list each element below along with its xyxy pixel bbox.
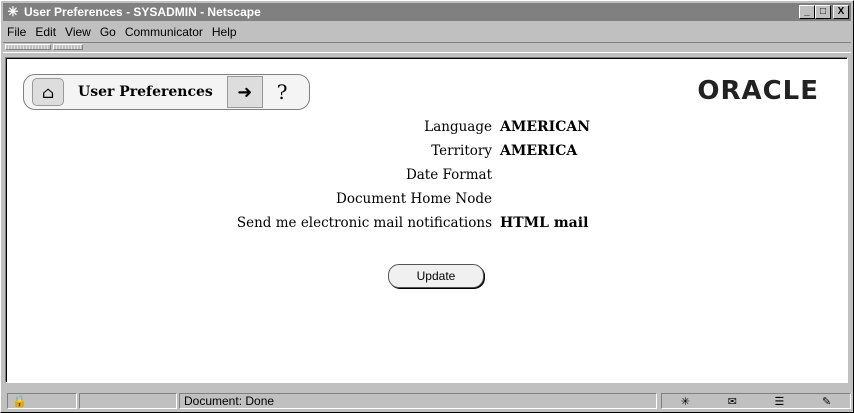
- navigator-icon[interactable]: ✳: [681, 395, 690, 408]
- menu-file[interactable]: File: [6, 25, 27, 39]
- oracle-logo: ORACLE: [697, 76, 819, 106]
- mail-notification-row: Send me electronic mail notifications HT…: [6, 212, 847, 234]
- discussion-icon[interactable]: ☰: [774, 395, 784, 408]
- exit-icon[interactable]: ➜: [226, 76, 263, 108]
- home-node-label: Document Home Node: [336, 191, 492, 207]
- menu-view[interactable]: View: [64, 25, 92, 39]
- territory-row: Territory AMERICA: [6, 140, 847, 162]
- home-node-row: Document Home Node: [6, 188, 847, 210]
- security-icon[interactable]: 🔒: [7, 393, 77, 409]
- window-title: User Preferences - SYSADMIN - Netscape: [24, 5, 261, 19]
- menu-go[interactable]: Go: [99, 25, 117, 39]
- mail-notification-label: Send me electronic mail notifications: [236, 215, 492, 231]
- language-value: AMERICAN: [500, 119, 591, 135]
- menu-bar: File Edit View Go Communicator Help: [3, 22, 851, 41]
- maximize-button[interactable]: □: [815, 5, 831, 19]
- date-format-label: Date Format: [405, 167, 492, 183]
- menu-communicator[interactable]: Communicator: [124, 25, 204, 39]
- progress-meter: [79, 393, 177, 409]
- status-bar: 🔒 Document: Done ✳ ✉ ☰ ✎: [3, 391, 851, 411]
- collapsed-toolbars: [3, 42, 851, 53]
- menu-help[interactable]: Help: [211, 25, 238, 39]
- toolbar-grip-navigation[interactable]: [5, 44, 51, 50]
- date-format-row: Date Format: [6, 164, 847, 186]
- language-row: Language AMERICAN: [6, 116, 847, 138]
- minimize-button[interactable]: _: [799, 5, 815, 19]
- territory-value: AMERICA: [500, 143, 578, 159]
- update-button[interactable]: Update: [388, 264, 484, 288]
- window-controls: _ □ X: [799, 5, 849, 19]
- toolbar-grip-location[interactable]: [53, 44, 83, 50]
- composer-icon[interactable]: ✎: [822, 395, 831, 408]
- menu-edit[interactable]: Edit: [34, 25, 57, 39]
- netscape-icon: ✳: [7, 4, 19, 19]
- close-button[interactable]: X: [833, 5, 849, 19]
- status-message: Document: Done: [179, 393, 657, 409]
- home-icon[interactable]: ⌂: [32, 78, 64, 106]
- component-bar: ✳ ✉ ☰ ✎: [661, 393, 851, 409]
- page-title: User Preferences: [78, 84, 213, 100]
- language-label: Language: [424, 119, 492, 135]
- territory-label: Territory: [431, 143, 492, 159]
- help-icon[interactable]: ?: [277, 80, 288, 104]
- page-content: ⌂ User Preferences ➜ ? ORACLE Language A…: [5, 57, 848, 383]
- browser-window: ✳ User Preferences - SYSADMIN - Netscape…: [0, 0, 854, 413]
- header-tab-bar: ⌂ User Preferences ➜ ?: [23, 74, 310, 110]
- mail-notification-value: HTML mail: [500, 215, 589, 231]
- mail-icon[interactable]: ✉: [728, 395, 737, 408]
- title-bar: ✳ User Preferences - SYSADMIN - Netscape…: [3, 3, 851, 21]
